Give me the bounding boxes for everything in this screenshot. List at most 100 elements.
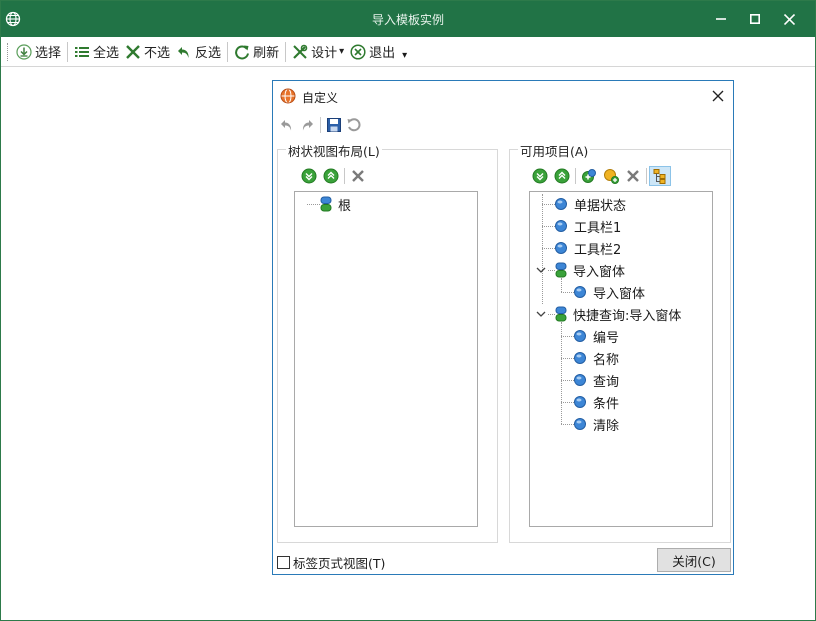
toolbar-separator xyxy=(575,168,576,184)
main-toolbar: 选择 全选 不选 反选 刷新 设计 ▾ 退出 ▾ xyxy=(1,37,815,67)
layout-tree[interactable]: 根 xyxy=(294,191,478,527)
container-node-icon xyxy=(320,196,332,212)
hierarchy-view-toggle[interactable] xyxy=(649,166,671,186)
chevron-down-icon[interactable] xyxy=(536,310,546,318)
tree-node-label: 名称 xyxy=(593,352,620,368)
close-icon[interactable] xyxy=(709,87,727,105)
item-node-icon xyxy=(574,330,586,342)
tree-node-name[interactable]: 名称 xyxy=(573,348,619,368)
tree-node-import-form-group[interactable]: 导入窗体 xyxy=(555,260,625,280)
tree-node-label: 单据状态 xyxy=(574,198,627,214)
select-label: 选择 xyxy=(35,46,62,61)
tree-node-query[interactable]: 查询 xyxy=(573,370,619,390)
customize-dialog: 自定义 树状视图布局(L) 根 可用项目(A) 单据状态 工具栏1 工具栏2 导… xyxy=(272,80,734,575)
x-icon xyxy=(126,44,140,59)
undo-button[interactable] xyxy=(277,115,297,135)
tree-node-label: 导入窗体 xyxy=(573,264,626,280)
close-icon xyxy=(783,13,795,25)
available-items-group: 可用项目(A) 单据状态 工具栏1 工具栏2 导入窗体 导入窗体 快捷查询:导入… xyxy=(509,141,731,543)
select-all-label: 全选 xyxy=(93,46,120,61)
tree-node-condition[interactable]: 条件 xyxy=(573,392,619,412)
select-none-label: 不选 xyxy=(144,46,171,61)
toolbar-separator xyxy=(320,117,321,133)
delete-button[interactable] xyxy=(622,166,644,186)
available-items-label: 可用项目(A) xyxy=(518,141,591,160)
design-button[interactable]: 设计 ▾ xyxy=(289,40,347,64)
maximize-icon xyxy=(750,14,760,24)
redo-button[interactable] xyxy=(297,115,317,135)
toolbar-separator xyxy=(646,168,647,184)
save-button[interactable] xyxy=(324,115,344,135)
item-node-icon xyxy=(574,396,586,408)
import-icon xyxy=(16,43,32,60)
item-node-icon xyxy=(574,374,586,386)
select-button[interactable]: 选择 xyxy=(13,40,64,64)
refresh-button[interactable]: 刷新 xyxy=(231,40,282,64)
move-down-button[interactable] xyxy=(529,166,551,186)
redo-icon xyxy=(302,120,313,131)
toolbar-separator xyxy=(285,41,287,62)
invert-selection-button[interactable]: 反选 xyxy=(173,40,224,64)
move-up-button[interactable] xyxy=(551,166,573,186)
delete-button[interactable] xyxy=(347,166,369,186)
close-button[interactable]: 关闭(C) xyxy=(657,548,731,572)
item-node-icon xyxy=(574,286,586,298)
select-none-button[interactable]: 不选 xyxy=(122,40,173,64)
globe-icon xyxy=(280,88,296,104)
dialog-toolbar xyxy=(277,115,364,135)
tree-node-toolbar2[interactable]: 工具栏2 xyxy=(554,238,621,258)
delete-icon xyxy=(627,170,639,182)
toolbar-overflow-button[interactable]: ▾ xyxy=(402,50,407,61)
maximize-button[interactable] xyxy=(738,1,772,37)
checkbox-box[interactable] xyxy=(277,556,290,569)
title-bar: 导入模板实例 xyxy=(1,1,815,37)
move-up-button[interactable] xyxy=(320,166,342,186)
minimize-button[interactable] xyxy=(704,1,738,37)
refresh-label: 刷新 xyxy=(253,46,280,61)
close-window-button[interactable] xyxy=(772,1,806,37)
add-group-button[interactable] xyxy=(578,166,600,186)
tabbed-view-checkbox[interactable]: 标签页式视图(T) xyxy=(277,553,385,572)
toolbar-separator xyxy=(67,41,69,62)
invert-label: 反选 xyxy=(195,46,222,61)
main-window: 导入模板实例 选择 全选 不选 反选 刷新 设计 ▾ 退出 ▾ 自定义 树状视图… xyxy=(0,0,816,621)
dialog-title-bar: 自定义 xyxy=(273,81,733,111)
window-title: 导入模板实例 xyxy=(371,13,444,27)
tree-connector xyxy=(548,270,555,271)
tree-node-label: 编号 xyxy=(593,330,620,346)
tree-node-label: 查询 xyxy=(593,374,620,390)
reset-button[interactable] xyxy=(344,115,364,135)
tree-connector xyxy=(548,314,555,315)
tree-node-code[interactable]: 编号 xyxy=(573,326,619,346)
tree-node-label: 根 xyxy=(338,198,352,214)
tree-layout-toolbar xyxy=(298,166,369,186)
move-down-icon xyxy=(301,168,317,184)
tree-node-clear[interactable]: 清除 xyxy=(573,414,619,434)
tree-node-toolbar1[interactable]: 工具栏1 xyxy=(554,216,621,236)
list-icon xyxy=(75,46,90,57)
add-item-button[interactable] xyxy=(600,166,622,186)
exit-button[interactable]: 退出 xyxy=(347,40,398,64)
tree-layout-group: 树状视图布局(L) 根 xyxy=(277,141,498,543)
toolbar-grip[interactable] xyxy=(7,42,9,61)
item-node-icon xyxy=(555,242,567,254)
circle-x-icon xyxy=(350,43,366,60)
select-all-button[interactable]: 全选 xyxy=(71,40,122,64)
delete-icon xyxy=(352,170,364,182)
tree-node-document-status[interactable]: 单据状态 xyxy=(554,194,626,214)
tree-node-root[interactable]: 根 xyxy=(320,194,351,214)
tree-node-import-form[interactable]: 导入窗体 xyxy=(573,282,645,302)
item-node-icon xyxy=(574,418,586,430)
tree-connector xyxy=(561,278,562,292)
move-down-button[interactable] xyxy=(298,166,320,186)
chevron-down-icon[interactable] xyxy=(536,266,546,274)
add-group-icon xyxy=(582,169,596,183)
tools-icon xyxy=(293,44,308,59)
design-label: 设计 xyxy=(311,46,338,61)
hierarchy-icon xyxy=(653,169,666,184)
tree-node-label: 工具栏2 xyxy=(574,242,622,258)
move-up-icon xyxy=(554,168,570,184)
tree-connector xyxy=(307,204,320,205)
tree-node-quick-query-group[interactable]: 快捷查询:导入窗体 xyxy=(555,304,681,324)
available-items-tree[interactable]: 单据状态 工具栏1 工具栏2 导入窗体 导入窗体 快捷查询:导入窗体 编号 名称… xyxy=(529,191,713,527)
